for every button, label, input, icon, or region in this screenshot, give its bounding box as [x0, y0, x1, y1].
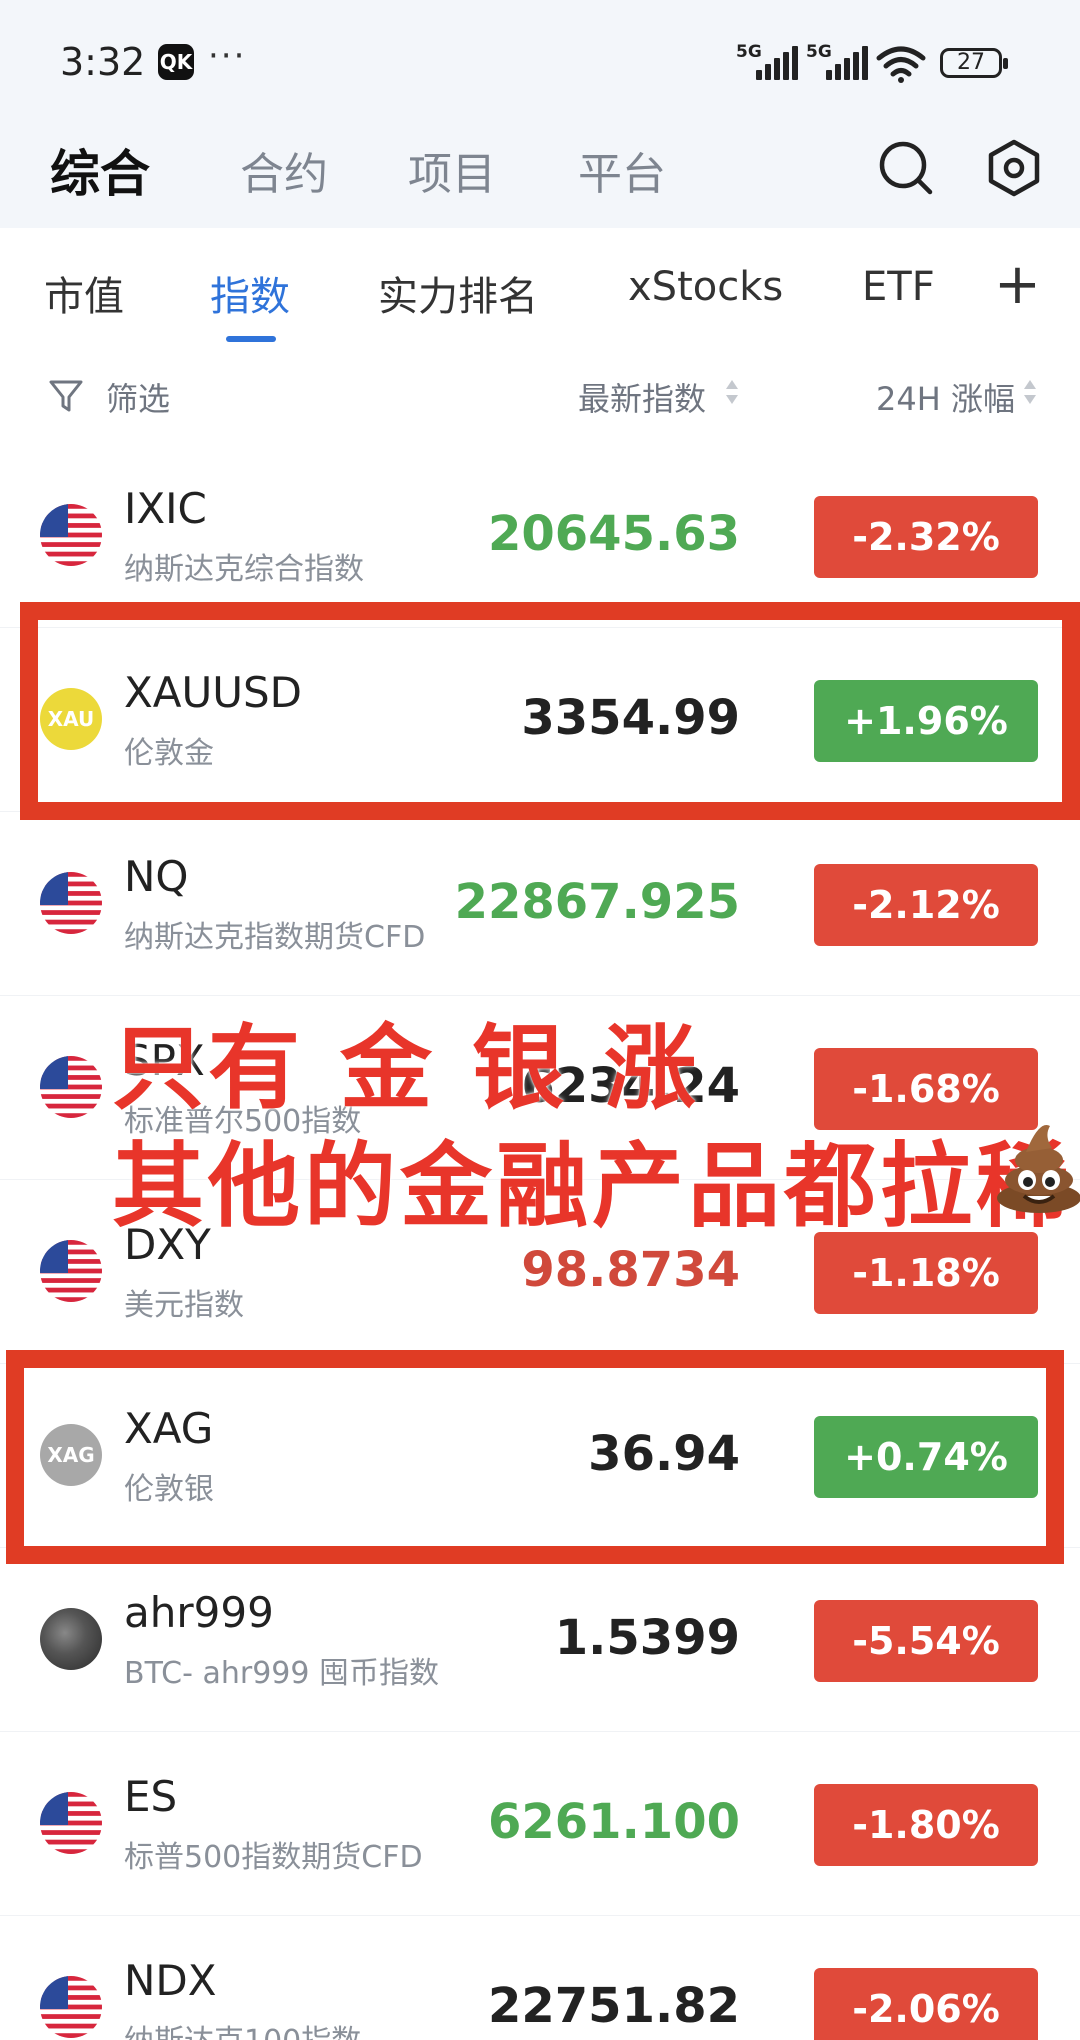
add-tab-button[interactable]: +	[994, 252, 1041, 317]
change-badge[interactable]: -1.80%	[814, 1784, 1038, 1866]
change-badge[interactable]: +1.96%	[814, 680, 1038, 762]
latest-price: 20645.63	[487, 506, 740, 562]
symbol-description: 纳斯达克指数期货CFD	[124, 920, 426, 955]
latest-price: 22751.82	[487, 1978, 740, 2034]
tab-xstocks[interactable]: xStocks	[628, 264, 783, 310]
latest-price: 1.5399	[554, 1610, 740, 1666]
gold-coin-icon: XAU	[40, 688, 102, 750]
latest-price: 3354.99	[521, 690, 740, 746]
top-nav: 综合 合约 项目 平台	[0, 110, 1080, 228]
search-icon[interactable]	[876, 138, 936, 198]
silver-coin-icon: XAG	[40, 1424, 102, 1486]
latest-price: 22867.925	[454, 874, 740, 930]
symbol-description: BTC- ahr999 囤币指数	[124, 1656, 439, 1691]
symbol-label: ES	[124, 1772, 178, 1821]
change-badge[interactable]: +0.74%	[814, 1416, 1038, 1498]
coin-label: XAG	[40, 1424, 102, 1486]
change-badge[interactable]: -2.32%	[814, 496, 1038, 578]
us-flag-icon	[40, 1056, 102, 1118]
signal-type-label: 5G	[736, 42, 762, 62]
us-flag-icon	[40, 1976, 102, 2038]
tab-overview[interactable]: 综合	[50, 134, 150, 206]
list-item[interactable]: NQ 纳斯达克指数期货CFD 22867.925 -2.12%	[0, 812, 1080, 996]
filter-button[interactable]: 筛选	[106, 374, 170, 420]
symbol-label: NQ	[124, 852, 189, 901]
symbol-label: ahr999	[124, 1588, 274, 1637]
wifi-icon	[876, 46, 926, 83]
latest-price: 98.8734	[521, 1242, 740, 1298]
price-sort-header[interactable]: 最新指数	[578, 374, 706, 420]
poop-emoji-icon	[997, 1125, 1080, 1213]
active-tab-indicator	[226, 336, 276, 342]
coin-label: XAU	[40, 688, 102, 750]
symbol-description: 伦敦银	[124, 1472, 214, 1507]
list-item[interactable]: ahr999 BTC- ahr999 囤币指数 1.5399 -5.54%	[0, 1548, 1080, 1732]
status-time: 3:32	[60, 40, 146, 84]
sub-tabs: 市值 指数 实力排名 xStocks ETF +	[0, 228, 1080, 344]
us-flag-icon	[40, 1792, 102, 1854]
avatar-icon	[40, 1608, 102, 1670]
symbol-label: XAG	[124, 1404, 214, 1453]
us-flag-icon	[40, 872, 102, 934]
symbol-label: IXIC	[124, 484, 207, 533]
symbol-description: 美元指数	[124, 1288, 244, 1323]
signal-icon: 5G	[806, 42, 868, 80]
filter-icon[interactable]	[48, 378, 84, 414]
latest-price: 36.94	[588, 1426, 740, 1482]
symbol-label: XAUUSD	[124, 668, 302, 717]
overlay-caption-line1: 只有 金 银 涨	[112, 1015, 701, 1122]
battery-icon: 27	[940, 48, 1008, 78]
signal-icon: 5G	[736, 42, 798, 80]
tab-index[interactable]: 指数	[210, 264, 290, 322]
tab-market-cap[interactable]: 市值	[44, 264, 124, 322]
latest-price: 6261.100	[487, 1794, 740, 1850]
change-badge[interactable]: -2.06%	[814, 1968, 1038, 2040]
list-item[interactable]: NDX 纳斯达克100指数 22751.82 -2.06%	[0, 1916, 1080, 2040]
app-notification-icon: QK	[158, 44, 194, 80]
sort-arrows-icon[interactable]	[724, 378, 740, 406]
symbol-label: NDX	[124, 1956, 217, 2005]
list-item[interactable]: IXIC 纳斯达克综合指数 20645.63 -2.32%	[0, 444, 1080, 628]
symbol-description: 纳斯达克综合指数	[124, 552, 364, 587]
signal-type-label: 5G	[806, 42, 832, 62]
change-sort-header[interactable]: 24H 涨幅	[876, 374, 1015, 420]
symbol-description: 纳斯达克100指数	[124, 2016, 361, 2040]
settings-icon[interactable]	[984, 138, 1044, 198]
symbol-description: 伦敦金	[124, 736, 214, 771]
filter-bar: 筛选 最新指数 24H 涨幅	[0, 344, 1080, 444]
tab-etf[interactable]: ETF	[862, 264, 935, 310]
us-flag-icon	[40, 1240, 102, 1302]
overlay-caption-line2: 其他的金融产品都拉稀	[112, 1133, 1073, 1240]
list-item[interactable]: ES 标普500指数期货CFD 6261.100 -1.80%	[0, 1732, 1080, 1916]
list-item[interactable]: XAU XAUUSD 伦敦金 3354.99 +1.96%	[0, 628, 1080, 812]
us-flag-icon	[40, 504, 102, 566]
sort-arrows-icon[interactable]	[1022, 378, 1038, 406]
tab-projects[interactable]: 项目	[408, 138, 496, 202]
tab-platforms[interactable]: 平台	[578, 138, 666, 202]
list-item[interactable]: XAG XAG 伦敦银 36.94 +0.74%	[0, 1364, 1080, 1548]
change-badge[interactable]: -2.12%	[814, 864, 1038, 946]
tab-strength-ranking[interactable]: 实力排名	[378, 264, 538, 322]
tab-contracts[interactable]: 合约	[240, 138, 328, 202]
more-notifications-icon: ···	[208, 36, 247, 76]
symbol-description: 标普500指数期货CFD	[124, 1840, 423, 1875]
status-bar: 3:32 QK ··· 5G 5G 27	[0, 0, 1080, 110]
change-badge[interactable]: -5.54%	[814, 1600, 1038, 1682]
